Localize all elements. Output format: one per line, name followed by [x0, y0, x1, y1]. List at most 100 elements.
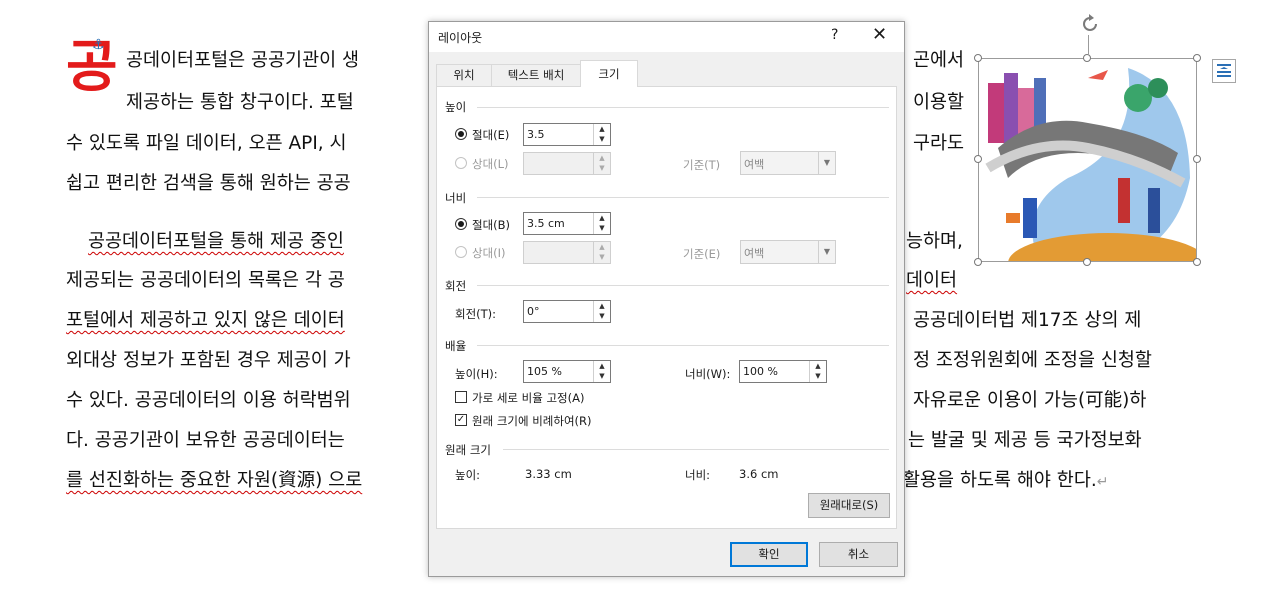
height-absolute-radio[interactable] — [455, 128, 467, 140]
height-absolute-label: 절대(E) — [472, 128, 510, 142]
spin-up-icon[interactable]: ▲ — [594, 213, 610, 223]
tab-position[interactable]: 위치 — [436, 64, 492, 86]
lock-aspect-checkbox[interactable] — [455, 391, 467, 403]
section-divider — [503, 449, 889, 450]
layout-options-icon[interactable] — [1212, 59, 1236, 83]
resize-handle-b[interactable] — [1083, 258, 1091, 266]
tab-size[interactable]: 크기 — [580, 60, 638, 87]
width-base-dropdown[interactable]: 여백 ▼ — [740, 240, 836, 264]
building-1 — [988, 83, 1004, 143]
size-tab-panel: 높이 절대(E) 3.5 ▲ ▼ 상대(L) ▲ ▼ 기준(T) 여백 ▼ 너비 — [436, 86, 897, 529]
doc-fragment-5-text: 데이터 — [906, 270, 958, 291]
spin-arrows: ▲ ▼ — [593, 242, 610, 263]
doc-fragment-4: 능하며, — [906, 231, 963, 252]
help-button[interactable]: ? — [831, 27, 838, 43]
doc-fragment-9: 는 발굴 및 제공 등 국가정보화 — [908, 430, 1142, 451]
width-absolute-input[interactable]: 3.5 cm ▲ ▼ — [523, 212, 611, 235]
section-divider — [477, 197, 889, 198]
resize-handle-tr[interactable] — [1193, 54, 1201, 62]
spin-up-icon[interactable]: ▲ — [594, 361, 610, 371]
width-relative-radio[interactable] — [455, 246, 467, 258]
spin-up-icon[interactable]: ▲ — [594, 242, 610, 252]
original-width-label: 너비: — [685, 468, 711, 482]
width-base-value: 여백 — [744, 247, 765, 260]
section-height: 높이 — [445, 100, 467, 114]
resize-handle-l[interactable] — [974, 155, 982, 163]
spin-down-icon[interactable]: ▼ — [594, 371, 610, 381]
resize-handle-r[interactable] — [1193, 155, 1201, 163]
height-absolute-value: 3.5 — [527, 128, 545, 141]
reset-button[interactable]: 원래대로(S) — [808, 493, 890, 518]
rotate-handle-icon[interactable] — [1079, 13, 1101, 35]
close-button[interactable]: ✕ — [872, 24, 887, 45]
doc-line-7-text: 포털에서 제공하고 있지 않은 데이터 — [66, 310, 345, 331]
doc-line-1: 공데이터포털은 공공기관이 생 — [126, 50, 360, 71]
section-divider — [477, 345, 889, 346]
rotation-value: 0° — [527, 305, 540, 318]
rotation-input[interactable]: 0° ▲ ▼ — [523, 300, 611, 323]
section-divider — [477, 285, 889, 286]
tab-text-wrapping[interactable]: 텍스트 배치 — [491, 64, 581, 86]
scale-height-label: 높이(H): — [455, 367, 498, 381]
relative-original-label: 원래 크기에 비례하여(R) — [472, 414, 592, 428]
spin-arrows: ▲ ▼ — [593, 124, 610, 145]
resize-handle-bl[interactable] — [974, 258, 982, 266]
height-base-dropdown[interactable]: 여백 ▼ — [740, 151, 836, 175]
spin-down-icon[interactable]: ▼ — [810, 371, 826, 381]
width-relative-input[interactable]: ▲ ▼ — [523, 241, 611, 264]
clipart-picture[interactable] — [978, 58, 1197, 262]
width-absolute-radio[interactable] — [455, 218, 467, 230]
original-height-label: 높이: — [455, 468, 481, 482]
anchor-icon[interactable]: ⚓ — [92, 37, 105, 53]
dropcap: 공 — [66, 40, 118, 110]
spin-down-icon[interactable]: ▼ — [594, 223, 610, 233]
resize-handle-t[interactable] — [1083, 54, 1091, 62]
spin-down-icon[interactable]: ▼ — [594, 311, 610, 321]
lock-aspect-label: 가로 세로 비율 고정(A) — [472, 391, 585, 405]
section-original-size: 원래 크기 — [445, 443, 491, 457]
relative-original-checkbox[interactable]: ✓ — [455, 414, 467, 426]
doc-fragment-1: 곤에서 — [913, 50, 965, 71]
rotate-stem — [1088, 35, 1089, 55]
original-height-value: 3.33 cm — [525, 467, 572, 481]
tree-1 — [1124, 84, 1152, 112]
ok-button[interactable]: 확인 — [730, 542, 808, 567]
resize-handle-tl[interactable] — [974, 54, 982, 62]
doc-fragment-2: 이용할 — [913, 92, 965, 113]
doc-line-11-text: 를 선진화하는 중요한 자원(資源) 으로 — [66, 470, 363, 491]
section-divider — [477, 107, 889, 108]
doc-fragment-5: 데이터 — [906, 266, 957, 292]
spin-up-icon[interactable]: ▲ — [594, 153, 610, 163]
person-1 — [1023, 198, 1037, 238]
section-scale: 배율 — [445, 339, 467, 353]
spin-arrows: ▲ ▼ — [593, 153, 610, 174]
doc-line-2: 제공하는 통합 창구이다. 포털 — [126, 92, 354, 113]
doc-line-9: 수 있다. 공공데이터의 이용 허락범위 — [66, 390, 351, 411]
height-absolute-input[interactable]: 3.5 ▲ ▼ — [523, 123, 611, 146]
spin-down-icon[interactable]: ▼ — [594, 163, 610, 173]
width-base-label: 기준(E) — [683, 247, 721, 261]
spin-down-icon[interactable]: ▼ — [594, 134, 610, 144]
cancel-button[interactable]: 취소 — [819, 542, 898, 567]
height-relative-input[interactable]: ▲ ▼ — [523, 152, 611, 175]
dialog-titlebar[interactable]: 레이아웃 ? ✕ — [429, 22, 904, 52]
briefcase — [1006, 213, 1020, 223]
doc-line-5-text: 공공데이터포털을 통해 제공 중인 — [88, 231, 344, 252]
scale-height-value: 105 % — [527, 365, 562, 378]
resize-handle-br[interactable] — [1193, 258, 1201, 266]
section-width: 너비 — [445, 191, 467, 205]
doc-fragment-7: 정 조정위원회에 조정을 신청할 — [913, 350, 1152, 371]
scale-height-input[interactable]: 105 % ▲ ▼ — [523, 360, 611, 383]
height-relative-radio[interactable] — [455, 157, 467, 169]
spin-up-icon[interactable]: ▲ — [810, 361, 826, 371]
width-relative-label: 상대(I) — [472, 246, 506, 260]
spin-down-icon[interactable]: ▼ — [594, 252, 610, 262]
width-absolute-value: 3.5 cm — [527, 217, 565, 230]
rotation-label: 회전(T): — [455, 307, 497, 321]
spin-up-icon[interactable]: ▲ — [594, 301, 610, 311]
scale-width-input[interactable]: 100 % ▲ ▼ — [739, 360, 827, 383]
scale-width-value: 100 % — [743, 365, 778, 378]
doc-line-10: 다. 공공기관이 보유한 공공데이터는 — [66, 430, 345, 451]
spin-up-icon[interactable]: ▲ — [594, 124, 610, 134]
doc-line-4: 쉽고 편리한 검색을 통해 원하는 공공 — [66, 173, 351, 194]
